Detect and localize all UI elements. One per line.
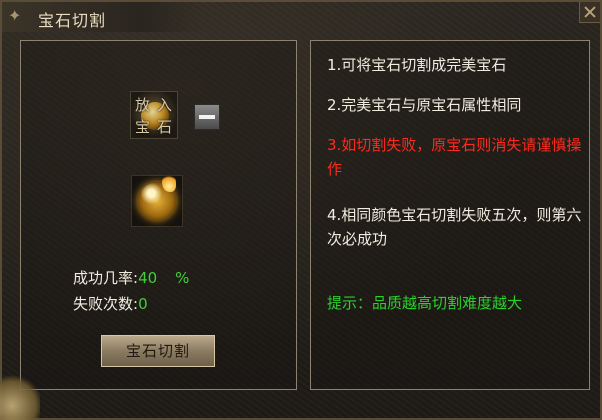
corner-ornament-icon [0,372,40,420]
cutting-material-slot[interactable] [131,174,183,227]
rule-2: 2.完美宝石与原宝石属性相同 [327,96,522,114]
close-button[interactable] [579,2,600,23]
fail-count-row: 失败次数:0 [73,293,148,314]
rules-panel: 1.可将宝石切割成完美宝石 2.完美宝石与原宝石属性相同 3.如切割失败，原宝石… [310,40,590,390]
fail-count-label: 失败次数: [73,295,139,313]
gem-input-slot[interactable]: 放 入 宝 石 [130,91,178,139]
success-rate-value: 40 [138,269,158,287]
flame-icon [162,174,176,192]
success-rate-row: 成功几率:40% [73,267,189,288]
slot-label-char: 宝 [135,118,151,136]
gem-cutting-window: ✦ 宝石切割 放 入 宝 石 成功几率:40% 失败次数:0 宝石切割 1.可将… [0,0,602,420]
gem-input-panel: 放 入 宝 石 成功几率:40% 失败次数:0 宝石切割 [20,40,297,390]
tip-text: 提示：品质越高切割难度越大 [327,294,523,312]
slot-label-char: 放 [135,96,151,114]
success-rate-unit: % [175,269,190,287]
fail-count-value: 0 [138,295,148,313]
cut-gem-button[interactable]: 宝石切割 [101,335,215,367]
window-title: 宝石切割 [38,11,107,30]
rule-3-warning: 3.如切割失败，原宝石则消失请谨慎操作 [327,136,582,178]
rule-1: 1.可将宝石切割成完美宝石 [327,56,507,74]
success-rate-label: 成功几率: [73,269,139,287]
title-ornament-icon: ✦ [8,6,22,25]
remove-gem-button[interactable] [194,104,220,130]
rule-4: 4.相同颜色宝石切割失败五次，则第六次必成功 [327,206,582,248]
slot-label-char: 石 [157,118,173,136]
slot-label-char: 入 [157,96,173,114]
title-bar: ✦ 宝石切割 [2,2,202,32]
